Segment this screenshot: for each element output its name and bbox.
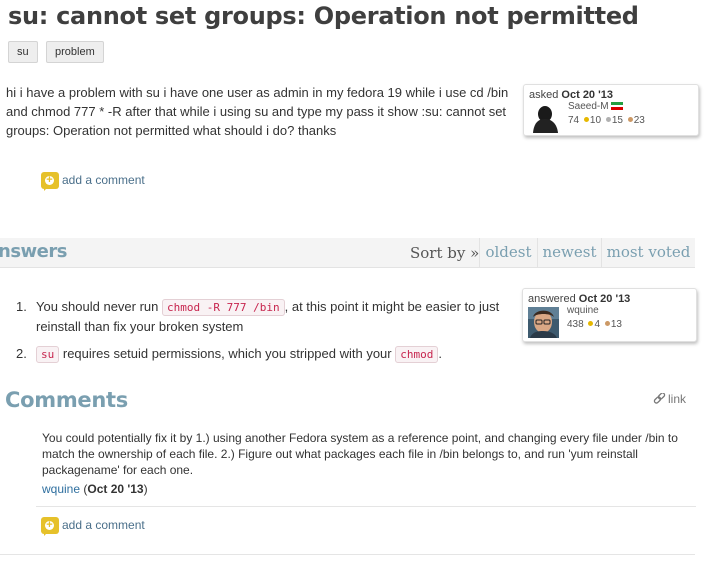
answered-username[interactable]: wquine	[567, 305, 599, 316]
comment-meta: wquine (Oct 20 '13)	[42, 482, 148, 496]
inline-code: chmod -R 777 /bin	[162, 299, 285, 316]
list-item: 1. You should never run chmod -R 777 /bi…	[16, 299, 500, 334]
answers-bar: nswers Sort by » oldest newest most vote…	[0, 238, 695, 268]
comment-author-link[interactable]: wquine	[42, 482, 80, 496]
question-body: hi i have a problem with su i have one u…	[6, 85, 509, 138]
bronze-badge-icon	[604, 321, 610, 327]
inline-code: su	[36, 346, 60, 363]
comment-text: You could potentially fix it by 1.) usin…	[42, 431, 678, 477]
asked-card: asked Oct 20 '13 Saeed-M 74 10 15 23	[523, 84, 699, 136]
add-comment-question-button[interactable]: add a comment	[41, 172, 161, 192]
answer-body: 1. You should never run chmod -R 777 /bi…	[16, 297, 516, 364]
answers-heading: nswers	[0, 241, 67, 262]
iran-flag-icon	[611, 102, 624, 111]
sort-tab-most-voted[interactable]: most voted	[601, 238, 695, 268]
avatar[interactable]	[528, 307, 559, 338]
tag-problem[interactable]: problem	[46, 41, 104, 63]
sort-tab-oldest[interactable]: oldest	[479, 238, 537, 268]
divider	[36, 506, 696, 507]
sort-tab-newest[interactable]: newest	[537, 238, 601, 268]
question-title: su: cannot set groups: Operation not per…	[8, 2, 639, 30]
comments-heading: Comments	[5, 388, 128, 412]
asked-stats: 74 10 15 23	[568, 115, 645, 126]
list-item: 2. su requires setuid permissions, which…	[16, 346, 442, 363]
gold-badge-icon	[583, 117, 589, 123]
avatar[interactable]	[529, 102, 560, 133]
bronze-badge-icon	[627, 117, 633, 123]
answered-label: answered Oct 20 '13	[528, 293, 631, 305]
sort-label: Sort by »	[410, 244, 480, 262]
answered-card: answered Oct 20 '13 wquine 438 4 13	[522, 288, 697, 342]
answered-stats: 438 4 13	[567, 319, 622, 330]
comment-date: Oct 20 '13	[87, 482, 144, 496]
asked-label: asked Oct 20 '13	[529, 89, 613, 101]
gold-badge-icon	[588, 321, 594, 327]
add-comment-answer-button[interactable]: add a comment	[41, 517, 161, 537]
divider	[0, 554, 695, 555]
link-icon	[653, 393, 666, 404]
inline-code: chmod	[395, 346, 439, 363]
silver-badge-icon	[605, 117, 611, 123]
tag-su[interactable]: su	[8, 41, 38, 63]
asked-username[interactable]: Saeed-M	[568, 101, 624, 112]
